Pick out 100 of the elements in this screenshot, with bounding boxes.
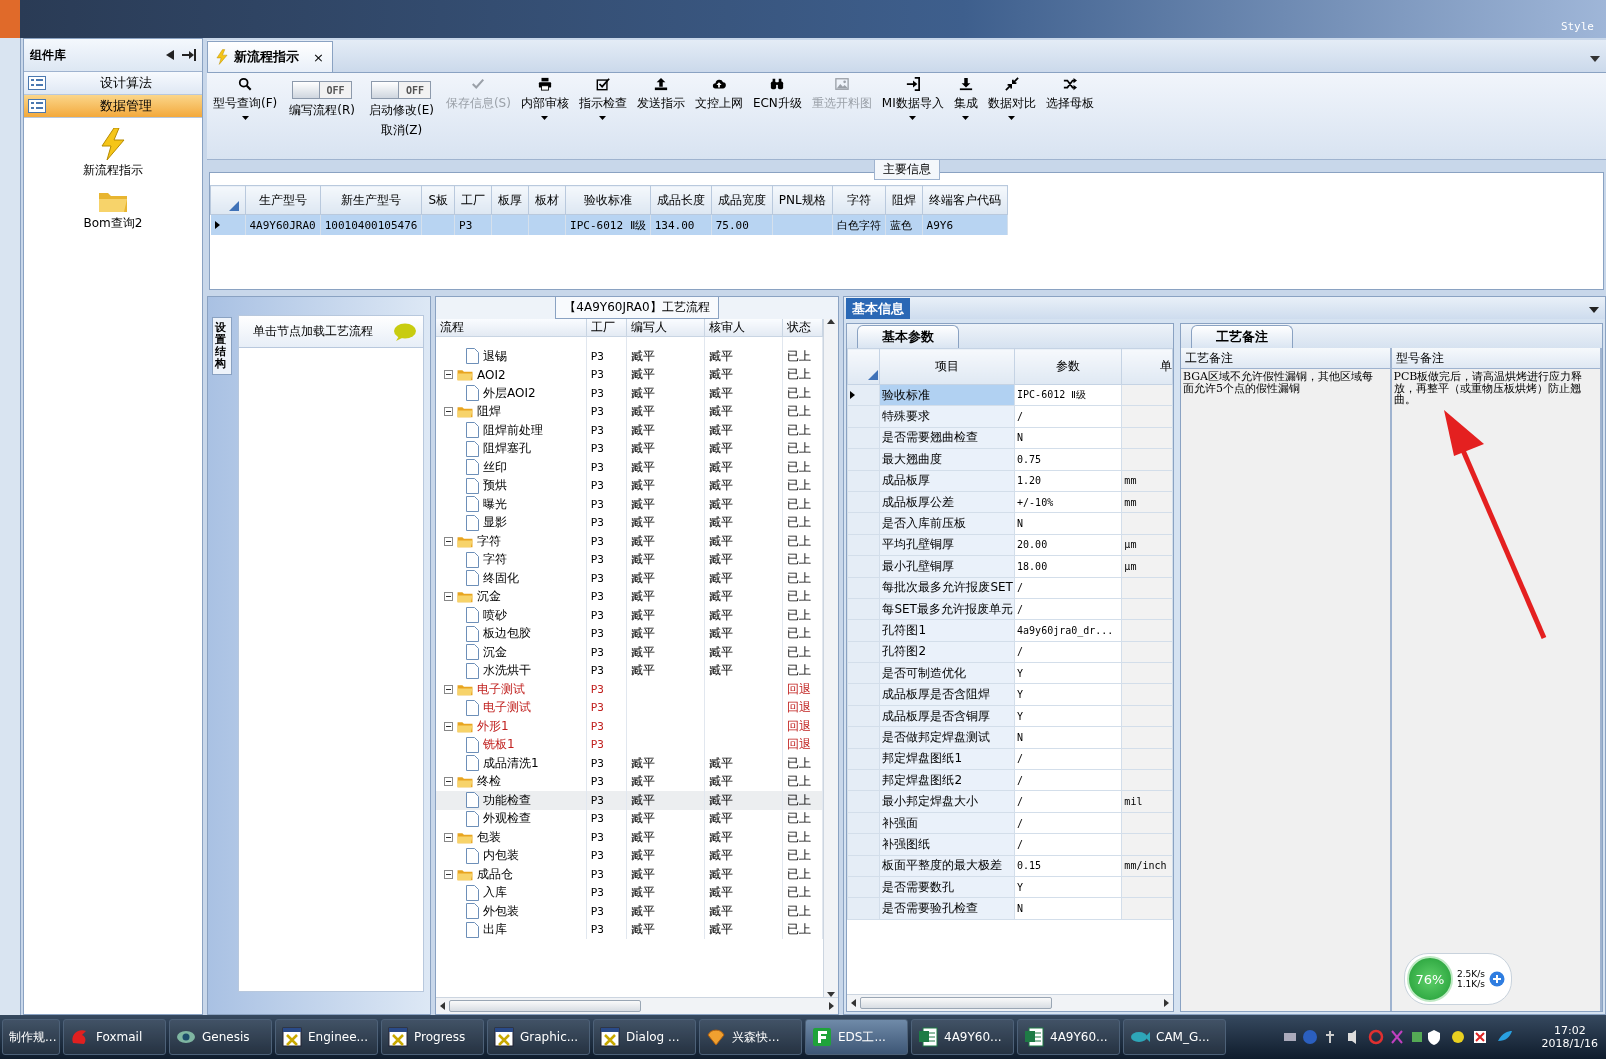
- taskbar-button[interactable]: Foxmail: [63, 1019, 166, 1055]
- launcher-button[interactable]: 新流程指示: [24, 128, 202, 179]
- taskbar-button[interactable]: Dialog ...: [593, 1019, 696, 1055]
- toolbar-button[interactable]: ECN升级: [750, 75, 804, 114]
- column-header[interactable]: 成品长度: [650, 185, 712, 215]
- tree-row[interactable]: 丝印 P3 臧平 臧平 已上: [436, 458, 823, 477]
- caret-icon[interactable]: [599, 116, 607, 120]
- tree-row[interactable]: 沉金 P3 臧平 臧平 已上: [436, 643, 823, 662]
- tree-row[interactable]: 阻焊塞孔 P3 臧平 臧平 已上: [436, 439, 823, 458]
- taskbar-button[interactable]: Genesis: [169, 1019, 272, 1055]
- tree-row[interactable]: 入库 P3 臧平 臧平 已上: [436, 883, 823, 902]
- tree-row[interactable]: 外层AOI2 P3 臧平 臧平 已上: [436, 384, 823, 403]
- caret-icon[interactable]: [962, 116, 970, 120]
- plus-icon[interactable]: [1488, 971, 1505, 987]
- taskbar-button[interactable]: 4A9Y60...: [911, 1019, 1014, 1055]
- caret-icon[interactable]: [1008, 116, 1016, 120]
- taskbar-button[interactable]: EDS工...: [805, 1019, 908, 1055]
- toolbar-button[interactable]: 集成: [951, 75, 980, 122]
- tree-row[interactable]: 阻焊前处理 P3 臧平 臧平 已上: [436, 421, 823, 440]
- column-header[interactable]: 核审人: [704, 319, 783, 337]
- tree-row[interactable]: AOI2 P3 臧平 臧平 已上: [436, 365, 823, 384]
- toolbar-button[interactable]: 发送指示: [634, 75, 687, 114]
- tree-row[interactable]: 终固化 P3 臧平 臧平 已上: [436, 569, 823, 588]
- taskbar-button[interactable]: CAM_G...: [1123, 1019, 1226, 1055]
- tab[interactable]: 基本参数: [857, 325, 959, 348]
- taskbar-button[interactable]: 兴森快...: [699, 1019, 802, 1055]
- tree-row[interactable]: 显影 P3 臧平 臧平 已上: [436, 513, 823, 532]
- dropdown-icon[interactable]: [1589, 307, 1599, 313]
- tree-row[interactable]: 外包装 P3 臧平 臧平 已上: [436, 902, 823, 921]
- column-header[interactable]: 板厚: [491, 185, 529, 215]
- tab[interactable]: 基本信息: [846, 298, 910, 319]
- collapse-box-icon[interactable]: [444, 592, 453, 602]
- column-header[interactable]: 工厂: [586, 319, 627, 337]
- tree-row[interactable]: 曝光 P3 臧平 臧平 已上: [436, 495, 823, 514]
- column-header[interactable]: 阻焊: [885, 185, 923, 215]
- taskbar-button[interactable]: Graphic...: [487, 1019, 590, 1055]
- tree-row[interactable]: 退锡 P3 臧平 臧平 已上: [436, 347, 823, 366]
- collapse-box-icon[interactable]: [444, 721, 453, 731]
- tree-row[interactable]: 外形1 P3 回退: [436, 717, 823, 736]
- sidebar-item[interactable]: 设计算法: [24, 72, 202, 95]
- column-header[interactable]: 终端客户代码: [922, 185, 1008, 215]
- column-header[interactable]: 字符: [832, 185, 886, 215]
- scrollbar[interactable]: [847, 994, 1173, 1011]
- column-header[interactable]: 生产型号: [245, 185, 321, 215]
- scrollbar[interactable]: [436, 997, 838, 1014]
- toolbar-button[interactable]: 选择母板: [1043, 75, 1096, 114]
- tree-row[interactable]: 内包装 P3 臧平 臧平 已上: [436, 846, 823, 865]
- tree-row[interactable]: 阻焊 P3 臧平 臧平 已上: [436, 402, 823, 421]
- tree-row[interactable]: 包装 P3 臧平 臧平 已上: [436, 828, 823, 847]
- collapse-box-icon[interactable]: [444, 869, 453, 879]
- column-header[interactable]: 项目: [879, 348, 1015, 385]
- column-header[interactable]: 成品宽度: [711, 185, 773, 215]
- column-header[interactable]: 编写人: [626, 319, 705, 337]
- launcher-button[interactable]: Bom查询2: [24, 189, 202, 232]
- column-header[interactable]: PNL规格: [772, 185, 833, 215]
- caret-icon[interactable]: [909, 116, 917, 120]
- toolbar-button[interactable]: 文控上网: [692, 75, 745, 114]
- caret-icon[interactable]: [241, 116, 249, 120]
- column-header[interactable]: 板材: [528, 185, 566, 215]
- toolbar-button[interactable]: 内部审核: [518, 75, 571, 122]
- toggle-switch[interactable]: OFF: [292, 81, 353, 99]
- collapse-box-icon[interactable]: [444, 407, 453, 417]
- side-tab[interactable]: 设置结构: [212, 317, 232, 376]
- pin-icon[interactable]: [182, 49, 196, 61]
- toolbar-button[interactable]: 指示检查: [576, 75, 629, 122]
- tree-row[interactable]: 板边包胶 P3 臧平 臧平 已上: [436, 624, 823, 643]
- collapse-box-icon[interactable]: [444, 777, 453, 787]
- caret-icon[interactable]: [541, 116, 549, 120]
- taskbar-button[interactable]: 4A9Y60...: [1017, 1019, 1120, 1055]
- tree-row[interactable]: 水洗烘干 P3 臧平 臧平 已上: [436, 661, 823, 680]
- toolbar-button[interactable]: 数据对比: [985, 75, 1038, 122]
- tree-row[interactable]: 出库 P3 臧平 臧平 已上: [436, 920, 823, 939]
- tree-row[interactable]: 成品仓 P3 臧平 臧平 已上: [436, 865, 823, 884]
- tree-row[interactable]: 字符 P3 臧平 臧平 已上: [436, 532, 823, 551]
- tree-row[interactable]: 外观检查 P3 臧平 臧平 已上: [436, 809, 823, 828]
- tab[interactable]: 工艺备注: [1191, 325, 1293, 348]
- tree-row[interactable]: 成品清洗1 P3 臧平 臧平 已上: [436, 754, 823, 773]
- tree-row[interactable]: 预烘 P3 臧平 臧平 已上: [436, 476, 823, 495]
- toggle-switch[interactable]: OFF: [371, 81, 432, 99]
- column-header[interactable]: 单: [1121, 348, 1173, 385]
- toolbar-button[interactable]: MI数据导入: [879, 75, 946, 122]
- tree-row[interactable]: 电子测试 P3 回退: [436, 698, 823, 717]
- column-header[interactable]: 验收标准: [565, 185, 651, 215]
- tree-row[interactable]: 沉金 P3 臧平 臧平 已上: [436, 587, 823, 606]
- tree-row[interactable]: 功能检查 P3 臧平 臧平 已上: [436, 791, 823, 810]
- tree-row[interactable]: 铣板1 P3 回退: [436, 735, 823, 754]
- document-tab[interactable]: 新流程指示 ×: [207, 41, 333, 72]
- dropdown-icon[interactable]: [1590, 56, 1600, 62]
- taskbar-button[interactable]: Progress: [381, 1019, 484, 1055]
- collapse-box-icon[interactable]: [444, 370, 453, 380]
- toolbar-button[interactable]: 型号查询(F): [211, 75, 280, 122]
- column-header[interactable]: 工厂: [454, 185, 492, 215]
- close-button[interactable]: ×: [313, 49, 324, 65]
- sidebar-item[interactable]: 数据管理: [24, 95, 202, 118]
- collapse-icon[interactable]: [166, 50, 174, 60]
- collapse-box-icon[interactable]: [444, 832, 453, 842]
- column-header[interactable]: 流程: [436, 319, 587, 337]
- scrollbar[interactable]: [823, 319, 838, 997]
- column-header[interactable]: S板: [421, 185, 455, 215]
- tree-row[interactable]: 字符 P3 臧平 臧平 已上: [436, 550, 823, 569]
